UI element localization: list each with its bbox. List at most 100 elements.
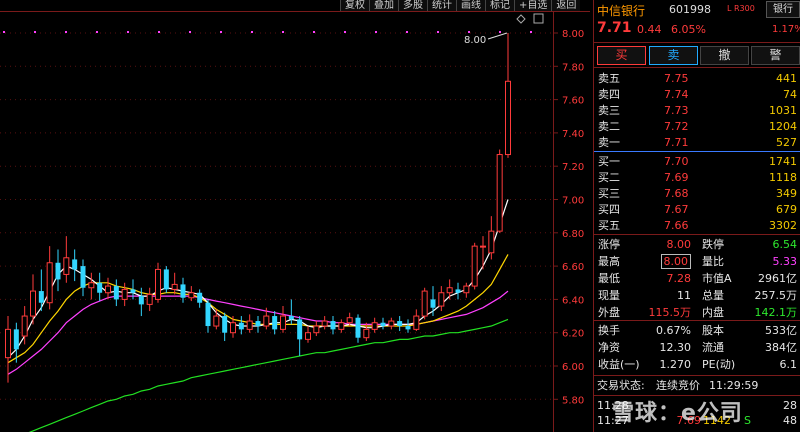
bid-row[interactable]: 买三 7.68 349	[594, 186, 800, 201]
candle-body	[246, 320, 253, 330]
signal-dot	[530, 31, 532, 33]
stat-value: 6.54	[772, 238, 798, 251]
candle-body	[88, 282, 95, 289]
bid-row[interactable]: 买二 7.69 1118	[594, 170, 800, 185]
bid-price: 7.70	[664, 155, 689, 168]
tick-row[interactable]: 11:28 28	[594, 398, 800, 413]
fundamental-row[interactable]: 净资 12.30 流通 384亿	[594, 340, 800, 355]
high-price-label: 8.00	[464, 35, 486, 46]
candle-body	[113, 286, 119, 300]
signal-dot	[34, 31, 36, 33]
tick-list[interactable]: 11:28 28 11:27 7.69 1142 S 48	[594, 396, 800, 432]
toolbar-button-1[interactable]: 叠加	[369, 0, 398, 11]
stat-value: 115.5万	[648, 306, 692, 319]
stat-row[interactable]: 现量 11 总量 257.5万	[594, 288, 800, 303]
stat-value: 384亿	[765, 341, 797, 354]
price-tick-label: 7.60	[562, 96, 584, 107]
stat-value: 8.00	[660, 254, 691, 269]
candle-body	[255, 321, 261, 327]
stat-row[interactable]: 外盘 115.5万 内盘 142.1万	[594, 305, 800, 320]
candle-body	[321, 320, 328, 327]
divider	[594, 234, 800, 235]
stat-label: 外盘	[598, 306, 620, 319]
candle-body	[330, 321, 336, 330]
candle-body	[155, 268, 161, 300]
candle-body	[72, 259, 78, 270]
last-price: 7.71	[597, 20, 632, 36]
fundamental-row[interactable]: 换手 0.67% 股本 533亿	[594, 323, 800, 338]
stock-code: 601998	[669, 3, 711, 16]
toolbar-button-0[interactable]: 复权	[340, 0, 369, 11]
bid-row[interactable]: 买一 7.70 1741	[594, 154, 800, 169]
candle-body	[46, 262, 53, 304]
price-tick-label: 5.80	[562, 395, 584, 406]
toolbar-button-3[interactable]: 统计	[427, 0, 456, 11]
ask-volume: 74	[783, 88, 797, 101]
candle-body	[480, 245, 486, 248]
bid-price: 7.69	[664, 171, 689, 184]
stat-value: 7.28	[666, 272, 692, 285]
toolbar-button-6[interactable]: +自选	[514, 0, 552, 11]
toolbar-button-2[interactable]: 多股	[398, 0, 427, 11]
stat-label: 最高	[598, 255, 620, 268]
window-icon	[533, 13, 544, 24]
signal-dot	[375, 31, 377, 33]
stat-value: 1.270	[659, 358, 692, 371]
candle-body	[346, 317, 353, 324]
sell-button[interactable]: 卖	[649, 46, 698, 65]
candle-body	[55, 262, 61, 280]
buy-button[interactable]: 买	[597, 46, 646, 65]
ask-volume: 441	[776, 72, 797, 85]
stat-row[interactable]: 最高 8.00 量比 5.33	[594, 254, 800, 269]
stock-name[interactable]: 中信银行	[597, 2, 645, 19]
toolbar-button-7[interactable]: 返回	[551, 0, 581, 11]
ask-row[interactable]: 卖三 7.73 1031	[594, 103, 800, 118]
price-tick-label: 7.40	[562, 129, 584, 140]
candle-body	[263, 315, 270, 327]
stat-value: 12.30	[659, 341, 692, 354]
candle-body	[288, 316, 294, 320]
cancel-order-button[interactable]: 撤	[700, 46, 749, 65]
kline-svg[interactable]: 8.00 7.80 7.60 7.40 7.20 7.00 6.80 6.60 6.40 6.20…	[0, 0, 590, 432]
candle-body	[355, 317, 361, 338]
ask-price: 7.71	[664, 136, 689, 149]
ask-volume: 1031	[769, 104, 797, 117]
candle-body	[496, 154, 503, 232]
candle-body	[238, 322, 244, 330]
bid-price: 7.67	[664, 203, 689, 216]
candle-body	[338, 322, 345, 330]
stat-label: 现量	[598, 289, 620, 302]
alert-button[interactable]: 警	[751, 46, 800, 65]
stat-label: 内盘	[702, 306, 724, 319]
sector-button[interactable]: 银行	[766, 1, 800, 18]
tick-volume: 1142	[703, 414, 731, 427]
stat-row[interactable]: 涨停 8.00 跌停 6.54	[594, 237, 800, 252]
signal-dot	[468, 31, 470, 33]
bid-row[interactable]: 买四 7.67 679	[594, 202, 800, 217]
ask-price: 7.75	[664, 72, 689, 85]
tick-row[interactable]: 11:27 7.69 1142 S 48	[594, 413, 800, 428]
stat-row[interactable]: 最低 7.28 市值A 2961亿	[594, 271, 800, 286]
toolbar-button-5[interactable]: 标记	[485, 0, 514, 11]
ask-row[interactable]: 卖一 7.71 527	[594, 135, 800, 150]
bid-label: 买二	[598, 171, 620, 184]
bid-label: 买四	[598, 203, 620, 216]
candle-body	[446, 287, 453, 294]
tick-side: S	[744, 414, 751, 427]
fundamental-row[interactable]: 收益(一) 1.270 PE(动) 6.1	[594, 357, 800, 372]
price-tick-label: 7.20	[562, 162, 584, 173]
stat-label: 股本	[702, 324, 724, 337]
kline-chart[interactable]: 8.00 7.80 7.60 7.40 7.20 7.00 6.80 6.60 6.40 6.20…	[0, 0, 590, 432]
bid-row[interactable]: 买五 7.66 3302	[594, 218, 800, 233]
ask-row[interactable]: 卖五 7.75 441	[594, 71, 800, 86]
ask-row[interactable]: 卖二 7.72 1204	[594, 119, 800, 134]
candle-body	[171, 283, 178, 290]
stat-label: 流通	[702, 341, 724, 354]
candle-body	[63, 257, 70, 275]
ask-row[interactable]: 卖四 7.74 74	[594, 87, 800, 102]
bid-volume: 1118	[769, 171, 797, 184]
candle-body	[163, 269, 169, 290]
toolbar-button-4[interactable]: 画线	[456, 0, 485, 11]
candle-body	[205, 302, 211, 327]
ask-label: 卖五	[598, 72, 620, 85]
